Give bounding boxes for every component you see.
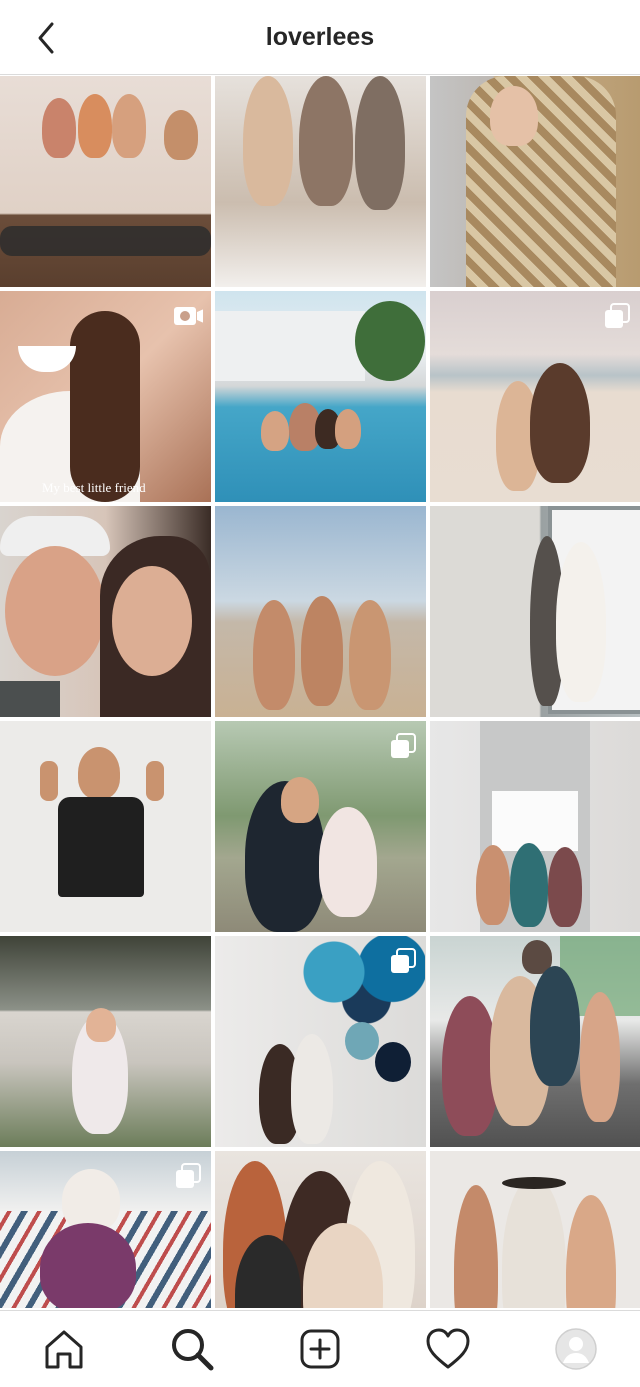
profile-username-title: loverlees (265, 23, 375, 51)
post-thumbnail[interactable] (0, 721, 211, 932)
bottom-nav-bar (0, 1310, 640, 1387)
new-post-icon (300, 1329, 340, 1369)
profile-avatar (555, 1328, 597, 1370)
activity-heart-icon (426, 1328, 470, 1369)
home-icon (45, 1330, 83, 1369)
post-thumbnail[interactable] (0, 76, 211, 287)
post-thumbnail[interactable] (215, 936, 426, 1147)
nav-activity[interactable] (424, 1325, 472, 1373)
post-thumbnail[interactable] (430, 76, 640, 287)
back-chevron-icon[interactable] (30, 18, 66, 58)
video-icon (174, 307, 203, 325)
carousel-icon (605, 303, 630, 328)
post-thumbnail[interactable]: My best little friend (0, 291, 211, 502)
post-thumbnail[interactable] (0, 506, 211, 717)
post-thumbnail[interactable] (215, 1151, 426, 1308)
nav-search[interactable] (168, 1325, 216, 1373)
posts-grid: My best little friend (0, 76, 640, 1308)
post-caption-overlay: My best little friend (42, 480, 146, 495)
post-thumbnail[interactable] (215, 506, 426, 717)
post-thumbnail[interactable] (215, 721, 426, 932)
post-thumbnail[interactable] (430, 506, 640, 717)
post-thumbnail[interactable] (0, 936, 211, 1147)
post-thumbnail[interactable] (215, 76, 426, 287)
post-thumbnail[interactable] (430, 1151, 640, 1308)
carousel-icon (391, 948, 416, 973)
nav-profile[interactable] (552, 1325, 600, 1373)
post-thumbnail[interactable] (215, 291, 426, 502)
nav-new-post[interactable] (296, 1325, 344, 1373)
top-bar: loverlees (0, 0, 640, 75)
post-thumbnail[interactable] (430, 291, 640, 502)
carousel-icon (391, 733, 416, 758)
nav-home[interactable] (40, 1325, 88, 1373)
carousel-icon (176, 1163, 201, 1188)
post-thumbnail[interactable] (430, 721, 640, 932)
post-thumbnail[interactable] (0, 1151, 211, 1308)
search-icon (172, 1329, 214, 1371)
post-thumbnail[interactable] (430, 936, 640, 1147)
